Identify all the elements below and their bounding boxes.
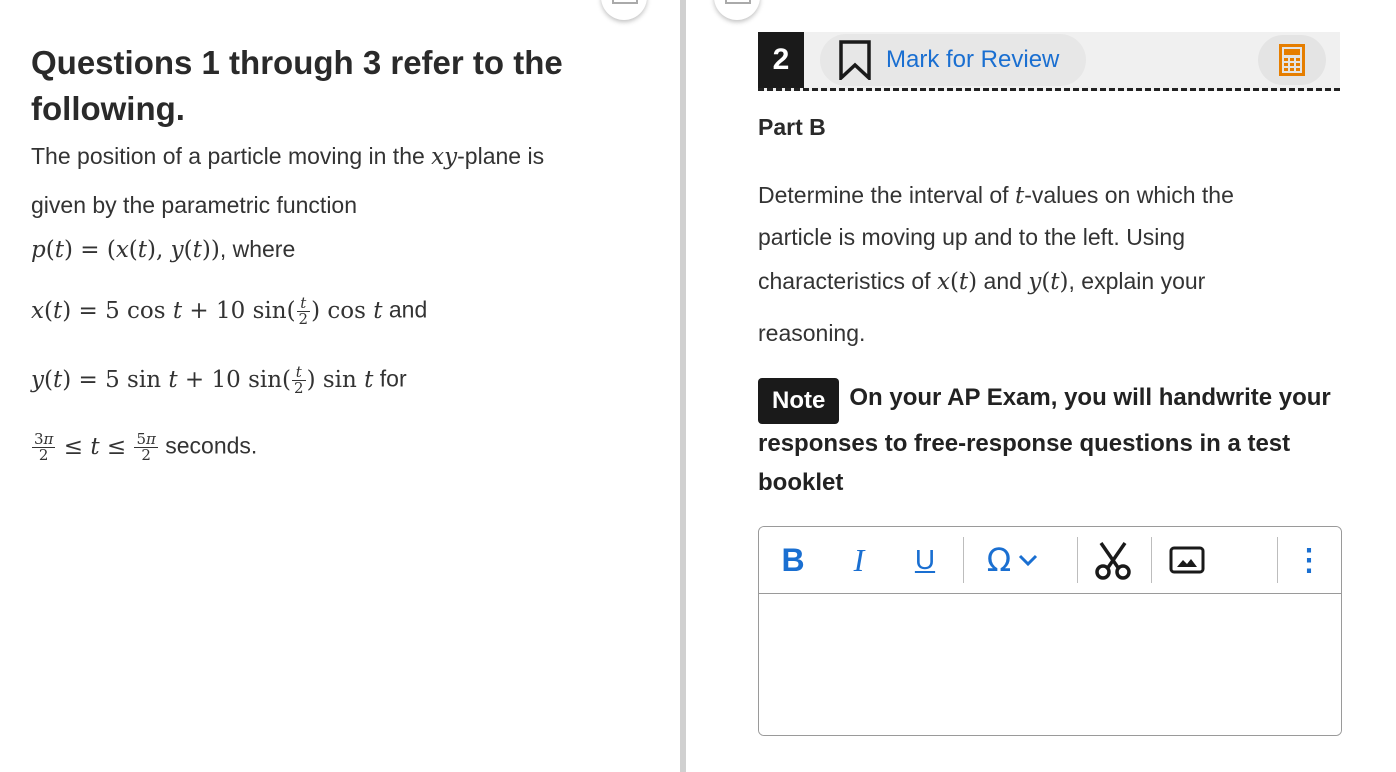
special-characters-icon: Ω [986,541,1012,579]
math-xy: xy [431,144,458,170]
question-pane: 2 Mark for Review Part B Determine the i… [686,0,1396,772]
stimulus-text: -plane is [457,143,545,169]
expand-icon[interactable] [714,0,760,20]
stimulus-text: for [373,365,407,392]
stimulus-line-1: The position of a particle moving in the… [31,143,544,170]
more-options-icon[interactable]: ⋮ [1287,527,1331,593]
image-icon [1169,546,1205,574]
prompt-text: -values on which the [1024,182,1234,208]
math-x-of-t: x(t) [936,269,978,295]
stimulus-text: and [382,296,428,323]
response-textarea[interactable] [759,595,1341,735]
stimulus-line-3: p(t) = (x(t), y(t)), where [31,236,295,263]
calculator-button[interactable] [1258,35,1326,85]
prompt-text: , explain your [1068,268,1206,294]
question-header: 2 Mark for Review [758,32,1340,91]
part-label: Part B [758,114,826,140]
math-t-interval: 3π 2 ≤ t ≤ 5π 2 [32,430,158,464]
underline-button[interactable]: U [905,527,945,593]
calculator-icon [1279,44,1305,76]
stimulus-text: seconds. [158,432,258,459]
prompt-text: characteristics of [758,268,937,294]
mark-for-review-button[interactable]: Mark for Review [820,34,1086,86]
math-x-of-t: x(t) = 5 cos t + 10 sin(t 2) cos t [31,294,383,328]
response-editor: B I U Ω ⋮ [758,526,1342,736]
stimulus-line-5: y(t) = 5 sin t + 10 sin(t 2) sin t for [31,365,407,396]
special-characters-button[interactable]: Ω [973,527,1053,593]
prompt-line-4: reasoning. [758,320,866,346]
bookmark-icon [839,40,871,80]
expand-icon[interactable] [601,0,647,20]
cut-button[interactable] [1089,527,1137,593]
bold-button[interactable]: B [773,527,813,593]
question-number: 2 [758,32,804,88]
stimulus-text: , where [219,236,296,262]
math-p-of-t: p(t) = (x(t), y(t)) [31,237,220,263]
italic-button[interactable]: I [839,527,879,593]
editor-toolbar: B I U Ω ⋮ [759,527,1341,594]
note-text: On your AP Exam, you will handwrite your… [758,384,1331,496]
math-t: t [1014,183,1025,209]
note-block: Note On your AP Exam, you will handwrite … [758,378,1338,502]
prompt-line-3: characteristics of x(t) and y(t), explai… [758,268,1205,295]
stimulus-heading: Questions 1 through 3 refer to the follo… [31,44,563,127]
math-y-of-t: y(t) = 5 sin t + 10 sin(t 2) sin t [31,363,374,397]
prompt-line-1: Determine the interval of t-values on wh… [758,182,1234,209]
insert-image-button[interactable] [1163,527,1211,593]
prompt-text: and [977,268,1029,294]
stimulus-line-4: x(t) = 5 cos t + 10 sin(t 2) cos t and [31,296,427,327]
stimulus-line-2: given by the parametric function [31,192,358,218]
toolbar-divider [963,537,964,583]
toolbar-divider [1277,537,1278,583]
prompt-text: Determine the interval of [758,182,1015,208]
note-badge: Note [758,378,840,424]
prompt-line-2: particle is moving up and to the left. U… [758,224,1186,250]
toolbar-divider [1077,537,1078,583]
cut-icon [1095,542,1131,580]
mark-for-review-label: Mark for Review [886,46,1060,73]
chevron-down-icon [1019,554,1038,567]
toolbar-divider [1151,537,1152,583]
math-y-of-t: y(t) [1028,269,1069,295]
stimulus-text: The position of a particle moving in the [31,143,432,169]
stimulus-line-6: 3π 2 ≤ t ≤ 5π 2 seconds. [31,432,257,463]
stimulus-pane: Questions 1 through 3 refer to the follo… [0,0,680,772]
